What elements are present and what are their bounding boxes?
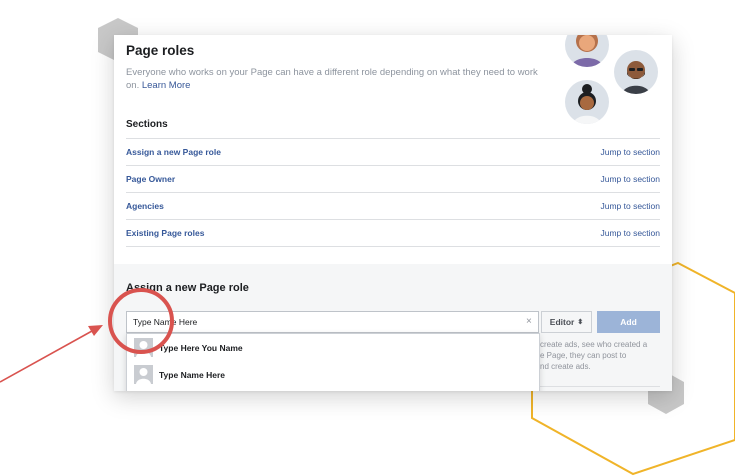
page-title: Page roles — [126, 43, 195, 58]
jump-to-section-link[interactable]: Jump to section — [600, 201, 660, 211]
section-row-page-owner[interactable]: Page Owner Jump to section — [126, 165, 660, 192]
role-select-value: Editor — [549, 317, 575, 327]
red-arrow-icon — [0, 330, 93, 383]
person-avatar-icon — [622, 61, 650, 94]
section-row-agencies[interactable]: Agencies Jump to section — [126, 192, 660, 219]
role-select-dropdown[interactable]: Editor ⬍ — [541, 311, 592, 333]
page-description: Everyone who works on your Page can have… — [126, 66, 546, 92]
suggestion-name: Type Name Here — [159, 369, 225, 380]
name-search-input[interactable] — [126, 311, 539, 333]
suggestion-name: Type Here You Name — [159, 342, 243, 353]
chevron-up-down-icon: ⬍ — [577, 319, 584, 326]
suggestion-item[interactable]: Type Name Here — [127, 361, 539, 388]
avatar-bearded-man — [614, 50, 658, 94]
section-link[interactable]: Assign a new Page role — [126, 147, 221, 157]
jump-to-section-link[interactable]: Jump to section — [600, 174, 660, 184]
avatar-woman — [565, 35, 609, 67]
sections-heading: Sections — [126, 119, 168, 130]
suggestion-item[interactable]: Type Here You Name — [127, 334, 539, 361]
assign-role-heading: Assign a new Page role — [126, 282, 249, 294]
clear-icon[interactable]: × — [526, 316, 532, 328]
default-avatar-icon — [134, 338, 153, 357]
avatar-woman-bun — [565, 80, 609, 124]
person-avatar-icon — [573, 84, 601, 124]
role-help-text: create ads, see who created a e Page, th… — [540, 340, 648, 371]
red-arrow-head-icon — [88, 325, 103, 336]
jump-to-section-link[interactable]: Jump to section — [600, 147, 660, 157]
divider — [540, 386, 660, 387]
page-roles-header-section: Page roles Everyone who works on your Pa… — [114, 35, 672, 264]
section-link[interactable]: Agencies — [126, 201, 164, 211]
name-suggestions-dropdown: Type Here You Name Type Name Here — [126, 333, 540, 391]
section-link[interactable]: Page Owner — [126, 174, 175, 184]
section-row-assign[interactable]: Assign a new Page role Jump to section — [126, 138, 660, 165]
jump-to-section-link[interactable]: Jump to section — [600, 228, 660, 238]
sections-list: Assign a new Page role Jump to section P… — [126, 138, 660, 247]
default-avatar-icon — [134, 365, 153, 384]
page-roles-card: Page roles Everyone who works on your Pa… — [114, 35, 672, 391]
learn-more-link[interactable]: Learn More — [142, 80, 191, 91]
add-button[interactable]: Add — [597, 311, 660, 333]
section-link[interactable]: Existing Page roles — [126, 228, 204, 238]
section-row-existing-roles[interactable]: Existing Page roles Jump to section — [126, 219, 660, 247]
person-avatar-icon — [571, 35, 603, 67]
